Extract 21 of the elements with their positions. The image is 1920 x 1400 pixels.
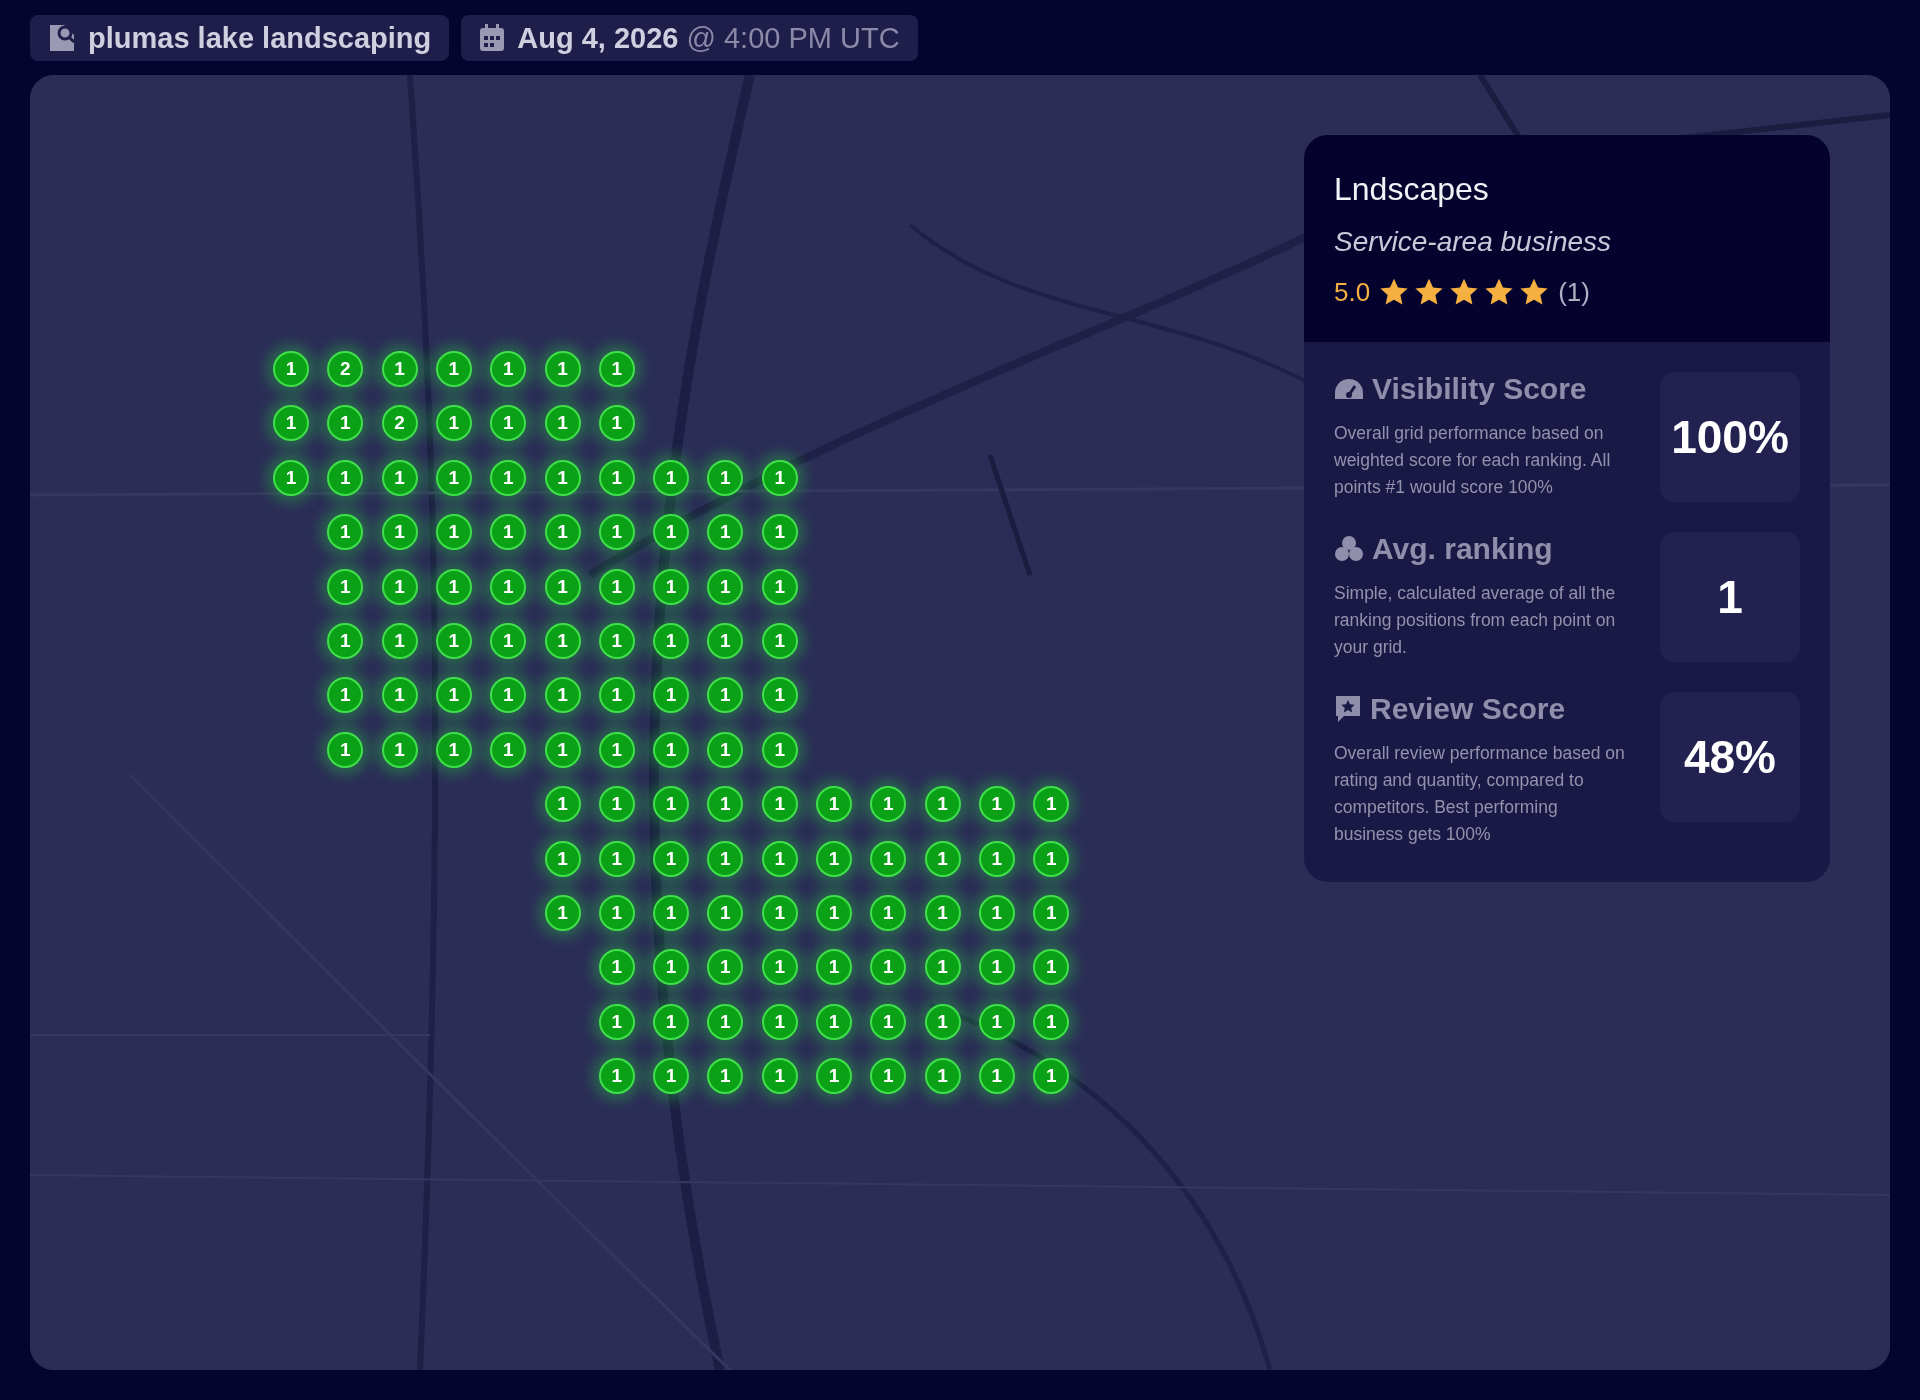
date-text: Aug 4, 2026 <box>517 21 679 55</box>
review-count: (1) <box>1558 276 1590 308</box>
calendar-icon <box>479 24 506 52</box>
gauge-icon <box>1334 377 1364 401</box>
rating-value: 5.0 <box>1334 276 1371 308</box>
review-icon <box>1334 694 1362 724</box>
metric-title: Review Score <box>1370 692 1566 726</box>
metric-value: 1 <box>1660 532 1800 662</box>
metric-description: Overall review performance based on rating and quantity, compared to competitors. Best performing business gets 100% <box>1334 742 1626 846</box>
metric-value: 48% <box>1660 692 1800 822</box>
metric-description: Overall grid performance based on weighted score for each ranking. All points #1 would score 100% <box>1334 422 1612 499</box>
business-name: Lndscapes <box>1334 171 1490 208</box>
metric-title: Visibility Score <box>1372 372 1587 406</box>
search-document-icon <box>48 23 76 53</box>
metric-title: Avg. ranking <box>1372 532 1553 566</box>
keyword-text: plumas lake landscaping <box>88 21 432 55</box>
circles-icon <box>1334 535 1364 563</box>
time-text: @ 4:00 PM UTC <box>686 21 900 55</box>
metric-value: 100% <box>1660 372 1800 502</box>
business-type: Service-area business <box>1334 226 1613 258</box>
metric-description: Simple, calculated average of all the ranking positions from each point on your grid. <box>1334 582 1617 659</box>
